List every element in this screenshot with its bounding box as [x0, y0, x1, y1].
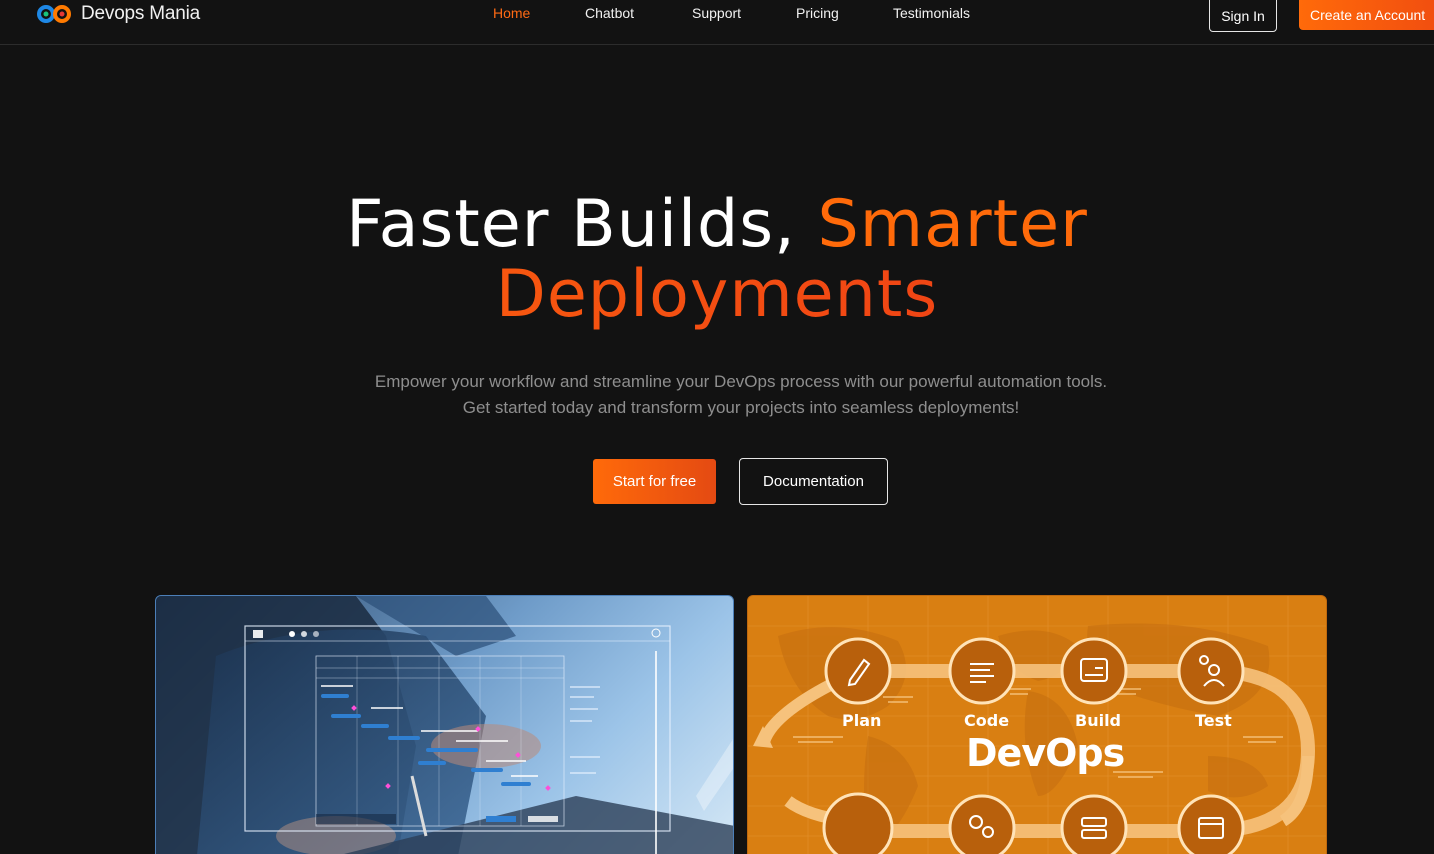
gantt-hologram-illustration: [156, 596, 733, 854]
nav-link-pricing[interactable]: Pricing: [796, 5, 839, 21]
hero-title-white: Faster Builds,: [346, 187, 796, 262]
documentation-button[interactable]: Documentation: [739, 458, 888, 505]
step-label-plan: Plan: [842, 711, 882, 730]
hero-subtitle-line2: Get started today and transform your pro…: [462, 398, 1020, 417]
nav-link-home[interactable]: Home: [493, 5, 530, 21]
devops-cycle-illustration: Plan Code Build Test DevOps: [747, 595, 1327, 854]
nav-link-chatbot[interactable]: Chatbot: [585, 5, 634, 21]
nav-link-testimonials[interactable]: Testimonials: [893, 5, 970, 21]
hero-title-accent: Smarter: [817, 187, 1088, 262]
start-for-free-button[interactable]: Start for free: [593, 459, 716, 504]
hero-subtitle-line1: Empower your workflow and streamline you…: [374, 372, 1108, 391]
hero-title-line2: Deployments: [0, 260, 1434, 330]
devops-title: DevOps: [966, 731, 1125, 775]
hero-subtitle: Empower your workflow and streamline you…: [0, 369, 1434, 421]
nav-link-support[interactable]: Support: [692, 5, 741, 21]
step-label-test: Test: [1195, 711, 1232, 730]
step-label-build: Build: [1075, 711, 1122, 730]
step-label-code: Code: [964, 711, 1010, 730]
developer-laptop-image: [155, 595, 734, 854]
devops-cycle-graphic: [748, 596, 1326, 854]
top-navbar: Devops Mania Home Chatbot Support Pricin…: [0, 0, 1434, 45]
hero-title: Faster Builds, Smarter Deployments: [0, 190, 1434, 330]
sign-in-button[interactable]: Sign In: [1209, 0, 1277, 32]
create-account-button[interactable]: Create an Account: [1299, 0, 1434, 30]
